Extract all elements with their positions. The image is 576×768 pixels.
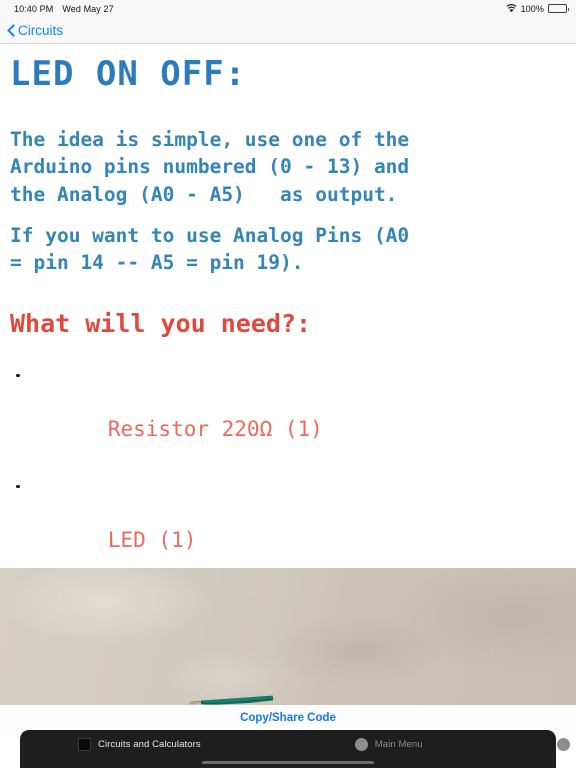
tab-label: Main Menu <box>374 739 423 750</box>
intro-paragraph-2: If you want to use Analog Pins (A0 = pin… <box>10 223 410 275</box>
bullet-icon <box>16 484 20 489</box>
back-button-label: Circuits <box>18 22 64 38</box>
list-item-label: LED (1) <box>107 528 197 553</box>
photo-surface <box>0 568 576 705</box>
tab-label: Circuits and Calculators <box>98 739 201 750</box>
back-button[interactable]: Circuits <box>7 23 63 38</box>
list-item: LED (1) <box>8 472 568 565</box>
status-bar-time: 10:40 PM <box>14 3 54 14</box>
chevron-left-icon <box>7 23 15 37</box>
bullet-icon <box>16 373 20 378</box>
status-bar-date: Wed May 27 <box>62 3 114 14</box>
wifi-icon <box>506 4 517 13</box>
circle-icon <box>354 738 368 751</box>
tab-misc[interactable]: Misc <box>556 738 576 751</box>
tab-circuits-and-calculators[interactable]: Circuits and Calculators <box>78 738 201 751</box>
circle-icon <box>556 738 570 751</box>
green-jumper-wire <box>189 695 273 705</box>
intro-paragraph-1: The idea is simple, use one of the Ardui… <box>10 127 410 206</box>
breadboard-wire-photo <box>0 568 576 705</box>
copy-share-code-link[interactable]: Copy/Share Code <box>240 712 336 724</box>
tab-main-menu[interactable]: Main Menu <box>354 738 423 751</box>
square-icon <box>78 738 91 751</box>
requirements-list: Resistor 220Ω (1) LED (1) Breadboard (1)… <box>8 361 568 565</box>
navigation-bar: Circuits <box>0 17 576 44</box>
status-bar: 10:40 PM Wed May 27 100% <box>0 0 576 17</box>
list-item: Resistor 220Ω (1) <box>8 361 568 472</box>
status-bar-left: 10:40 PM Wed May 27 <box>14 4 114 14</box>
article-scroll-view[interactable]: LED ON OFF: The idea is simple, use one … <box>0 45 576 565</box>
page-title: LED ON OFF: <box>10 54 247 94</box>
battery-percent-label: 100% <box>520 3 544 14</box>
list-item-label: Resistor 220Ω (1) <box>107 417 323 442</box>
section-heading-what-will-you-need: What will you need?: <box>10 308 312 338</box>
status-bar-right: 100% <box>506 3 569 14</box>
battery-full-icon <box>548 4 569 13</box>
copy-share-bar: Copy/Share Code <box>0 705 576 730</box>
home-indicator[interactable] <box>202 760 374 764</box>
tab-bar: Circuits and Calculators Main Menu Misc <box>20 730 570 768</box>
